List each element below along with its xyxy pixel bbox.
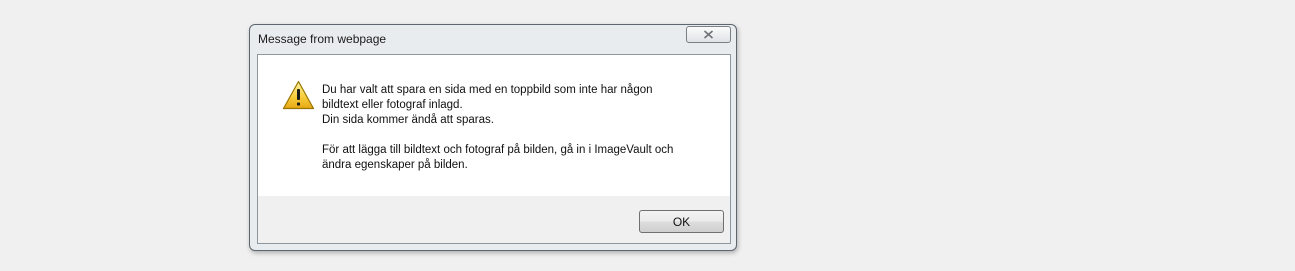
message-panel: Du har valt att spara en sida med en top…	[258, 55, 730, 196]
message-line: Din sida kommer ändå att sparas.	[322, 114, 494, 126]
dialog-title: Message from webpage	[258, 32, 387, 46]
warning-icon	[282, 80, 315, 110]
message-line: För att lägga till bildtext och fotograf…	[322, 144, 674, 156]
message-text: Du har valt att spara en sida med en top…	[322, 83, 722, 173]
dialog-client-area: Du har valt att spara en sida med en top…	[257, 54, 731, 244]
close-icon	[703, 30, 714, 39]
close-button[interactable]	[686, 26, 731, 43]
message-line: bildtext eller fotograf inlagd.	[322, 99, 463, 111]
dialog-titlebar[interactable]: Message from webpage	[250, 25, 736, 53]
message-dialog: Message from webpage Du har valt att spa…	[249, 24, 737, 251]
message-line: Du har valt att spara en sida med en top…	[322, 84, 653, 96]
message-line: ändra egenskaper på bilden.	[322, 159, 468, 171]
desktop-background: Message from webpage Du har valt att spa…	[0, 0, 1295, 271]
ok-button[interactable]: OK	[639, 210, 724, 233]
